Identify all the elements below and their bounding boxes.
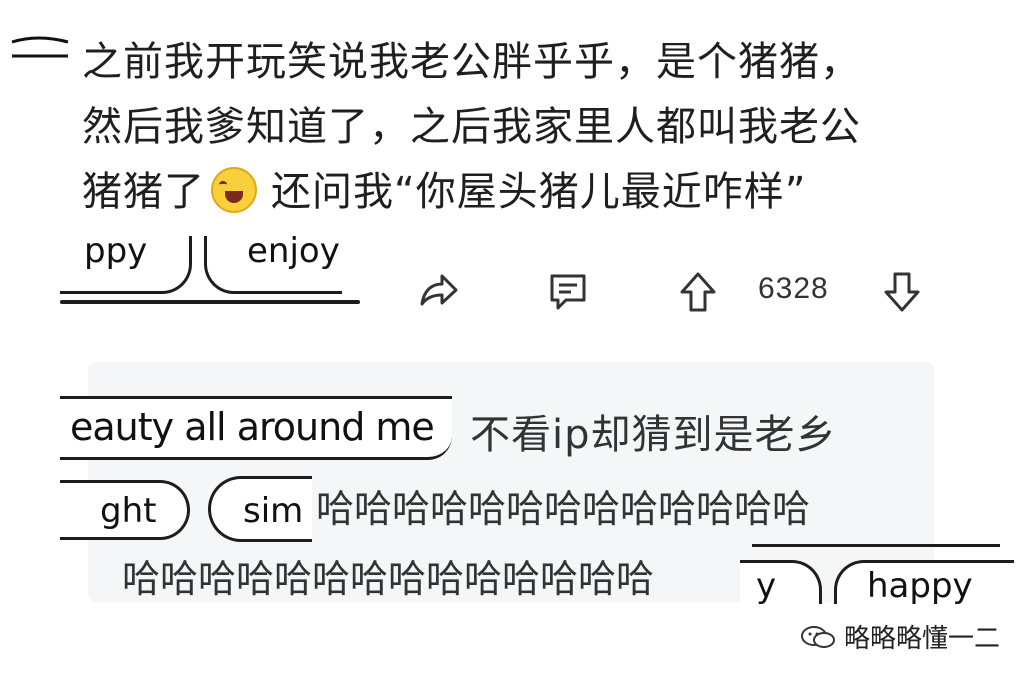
overlay-topline xyxy=(752,544,1000,547)
overlay-pill-b-text: enjoy xyxy=(247,236,340,271)
overlay-pill-g-text: happy xyxy=(867,566,973,604)
overlay-pill-d-text: ght xyxy=(100,491,157,531)
reply-text-line-3: 哈哈哈哈哈哈哈哈哈哈哈哈哈哈 xyxy=(122,557,655,601)
comment-icon[interactable] xyxy=(546,270,590,312)
post-line-2: 然后我爹知道了，之后我家里人都叫我老公 xyxy=(82,104,861,150)
overlay-pill-b: enjoy xyxy=(204,236,342,294)
overlay-pill-d: ght xyxy=(60,480,190,540)
post-body: 之前我开玩笑说我老公胖乎乎，是个猪猪， 然后我爹知道了，之后我家里人都叫我老公 … xyxy=(82,30,982,225)
upvote-icon[interactable] xyxy=(678,270,718,314)
overlay-pill-f-text: y xyxy=(756,566,777,604)
overlay-underline xyxy=(60,300,360,304)
overlay-pill-c: eauty all around me xyxy=(60,396,452,460)
reply-text-line-1: 不看ip却猜到是老乡 xyxy=(470,412,837,458)
watermark-text: 略略略懂一二 xyxy=(844,624,1001,654)
overlay-pill-a: ppy xyxy=(60,236,192,294)
post-line-3-text: 猪猪了 xyxy=(82,169,205,215)
overlay-pill-g: happy xyxy=(834,560,1014,604)
menu-icon[interactable] xyxy=(8,36,70,62)
downvote-icon[interactable] xyxy=(882,270,922,314)
reply-text-line-2: 哈哈哈哈哈哈哈哈哈哈哈哈哈 xyxy=(316,487,811,531)
overlay-pill-c-text: eauty all around me xyxy=(70,405,435,449)
watermark: 略略略懂一二 xyxy=(800,618,1000,655)
share-icon[interactable] xyxy=(416,270,460,310)
laughing-crying-emoji-icon xyxy=(211,167,257,213)
vote-count: 6328 xyxy=(758,272,829,305)
wechat-icon xyxy=(801,625,835,648)
post-line-1: 之前我开玩笑说我老公胖乎乎，是个猪猪， xyxy=(82,39,861,85)
overlay-pill-e: sim xyxy=(208,476,312,542)
overlay-pill-e-text: sim xyxy=(243,491,304,531)
overlay-pill-f: y xyxy=(740,560,822,604)
overlay-pill-a-text: ppy xyxy=(84,236,148,271)
action-bar: 6328 xyxy=(400,262,960,322)
post-line-4-text: 还问我“你屋头猪儿最近咋样” xyxy=(271,169,807,215)
post-line-3: 猪猪了 还问我“你屋头猪儿最近咋样” xyxy=(82,160,982,225)
